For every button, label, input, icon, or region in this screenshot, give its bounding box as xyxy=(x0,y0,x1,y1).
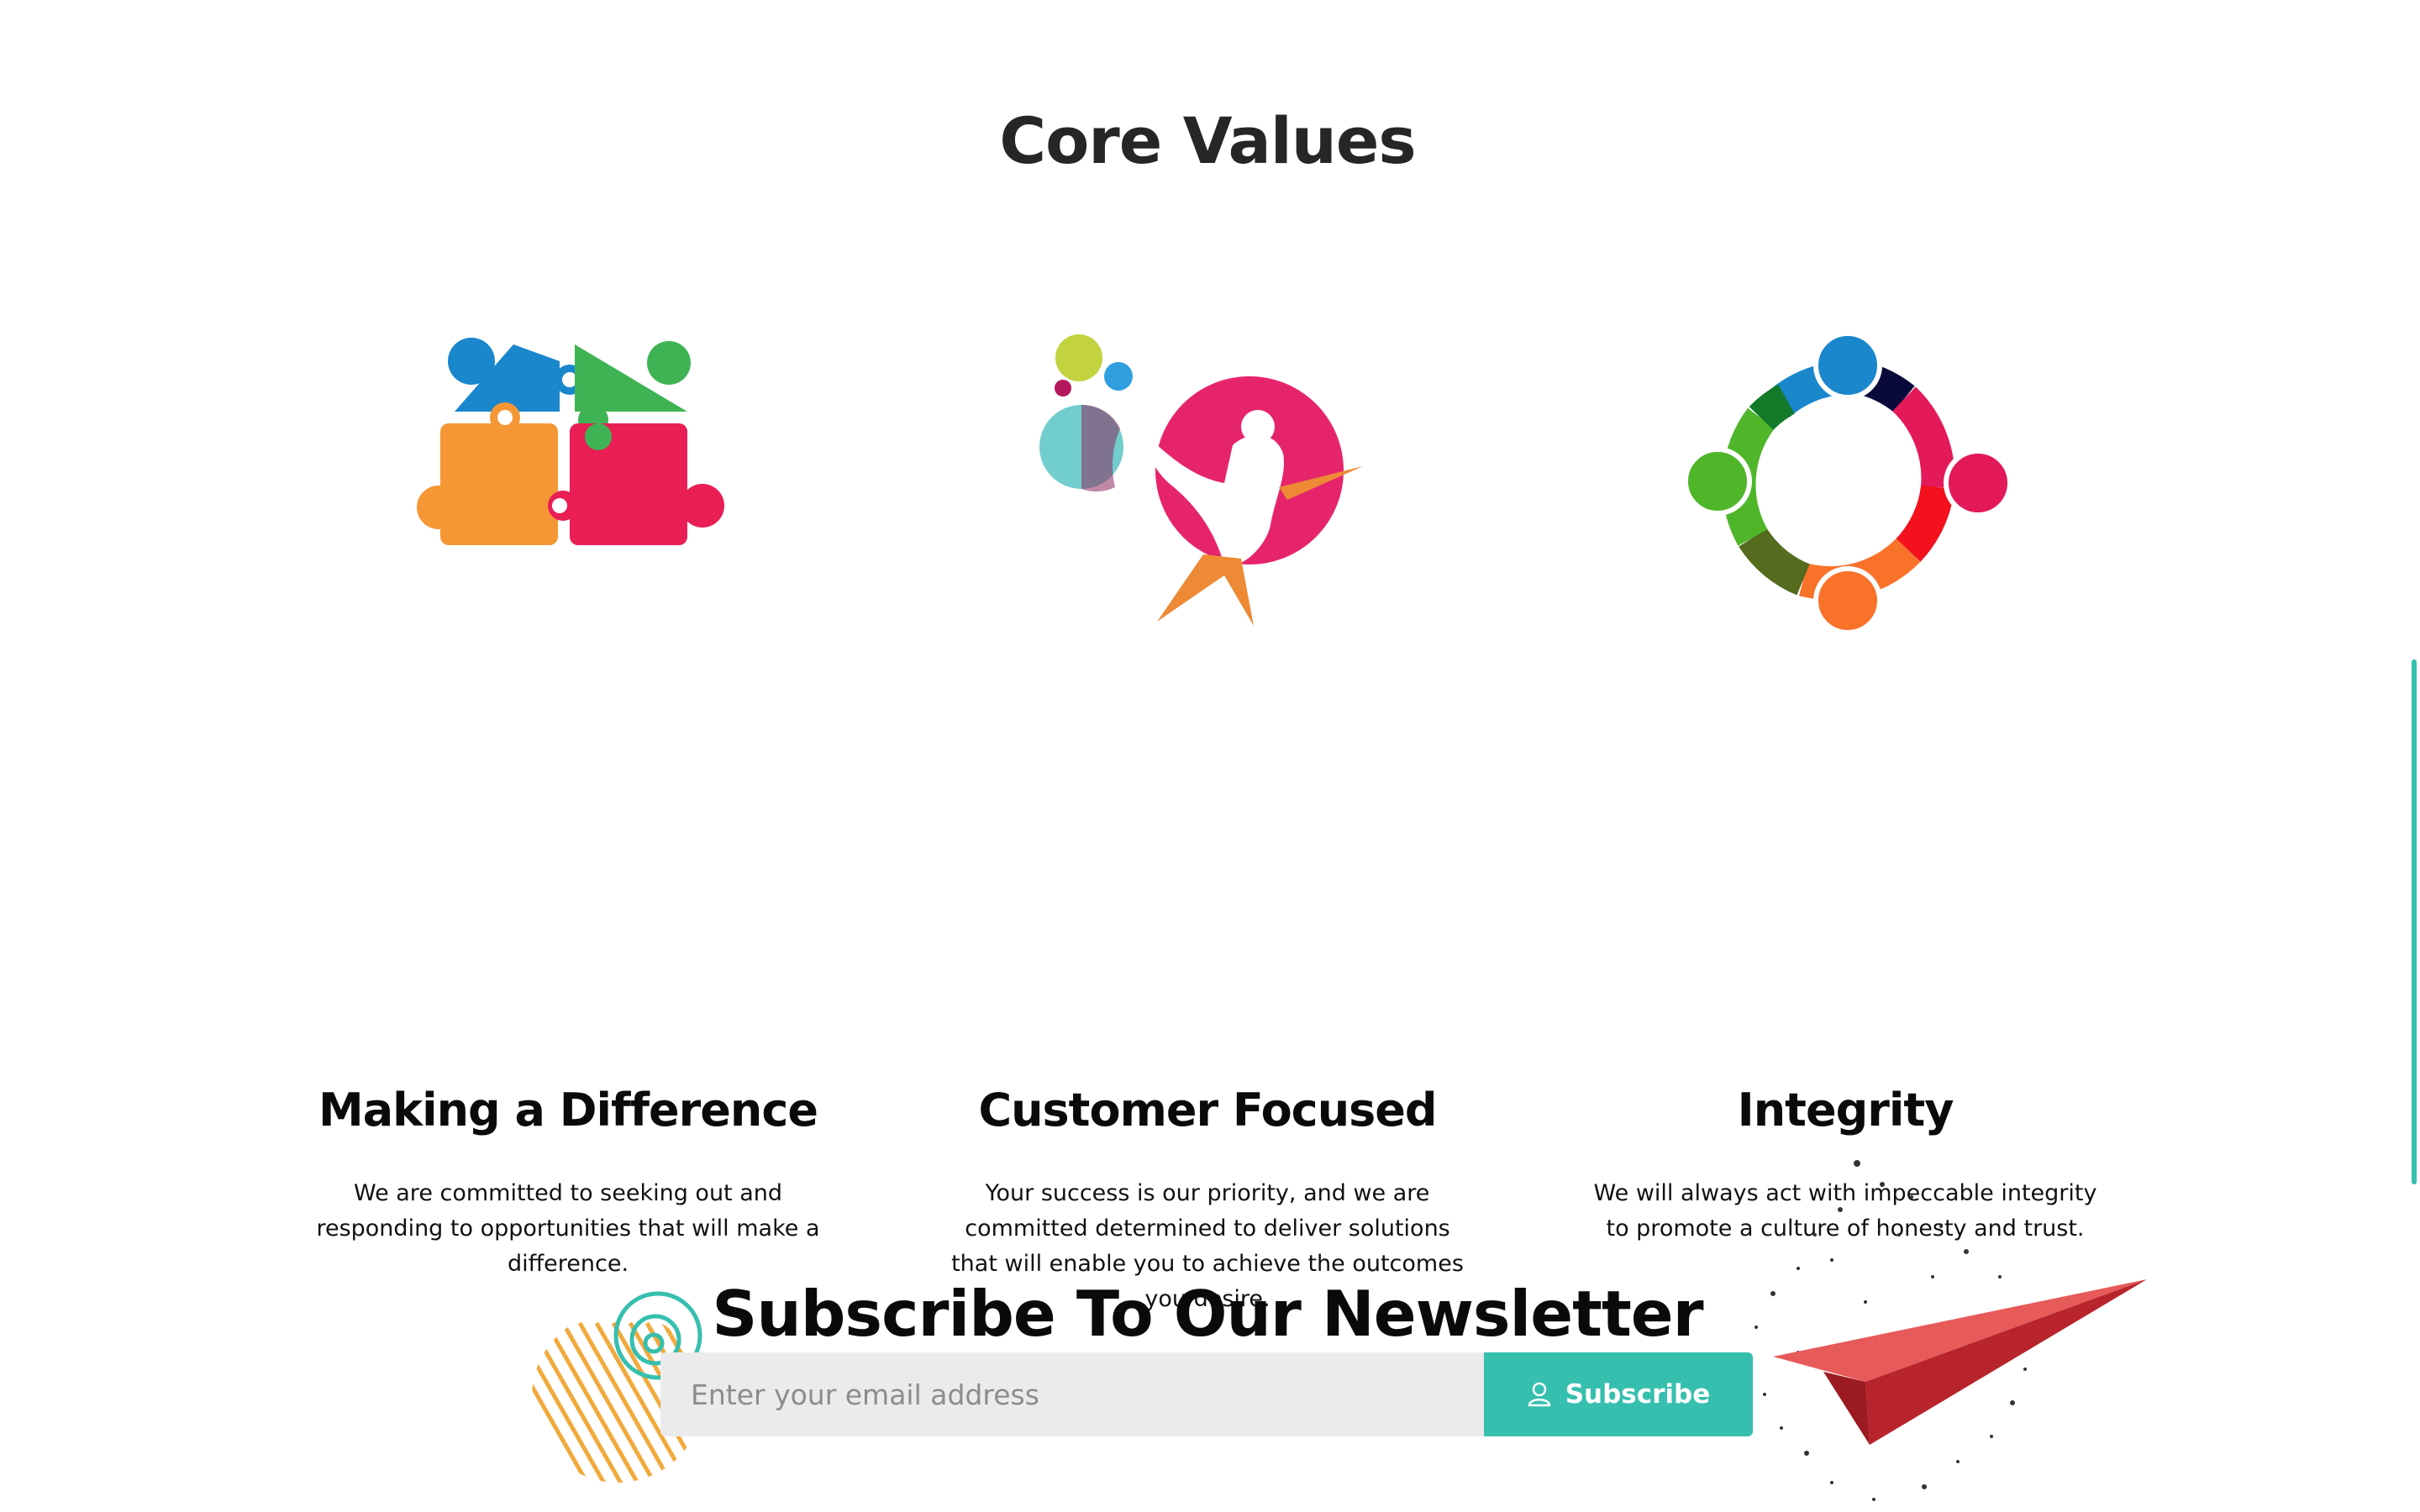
page: Core Values Making a Difference We are c… xyxy=(0,0,2420,1512)
user-icon xyxy=(1528,1382,1550,1407)
value-title: Integrity xyxy=(1737,1084,1954,1137)
core-values-title: Core Values xyxy=(999,102,1416,178)
newsletter-form: Subscribe xyxy=(660,1352,1753,1436)
people-circle-icon xyxy=(1683,331,2012,635)
value-title: Customer Focused xyxy=(978,1084,1437,1137)
value-card-customer-focused: Customer Focused Your success is our pri… xyxy=(913,319,1502,1317)
value-card-integrity: Integrity We will always act with impecc… xyxy=(1551,319,2139,1247)
paper-plane-decoration xyxy=(1773,1279,2147,1445)
value-description: We are committed to seeking out and resp… xyxy=(316,1179,820,1277)
value-title: Making a Difference xyxy=(318,1084,818,1137)
value-card-making-a-difference: Making a Difference We are committed to … xyxy=(274,319,862,1282)
subscribe-label: Subscribe xyxy=(1565,1379,1711,1410)
email-input[interactable] xyxy=(660,1352,1484,1436)
scrollbar[interactable] xyxy=(2412,659,2417,1184)
person-circle-icon xyxy=(1039,334,1363,626)
subscribe-button[interactable]: Subscribe xyxy=(1484,1352,1753,1436)
puzzle-pieces-icon xyxy=(417,338,724,545)
